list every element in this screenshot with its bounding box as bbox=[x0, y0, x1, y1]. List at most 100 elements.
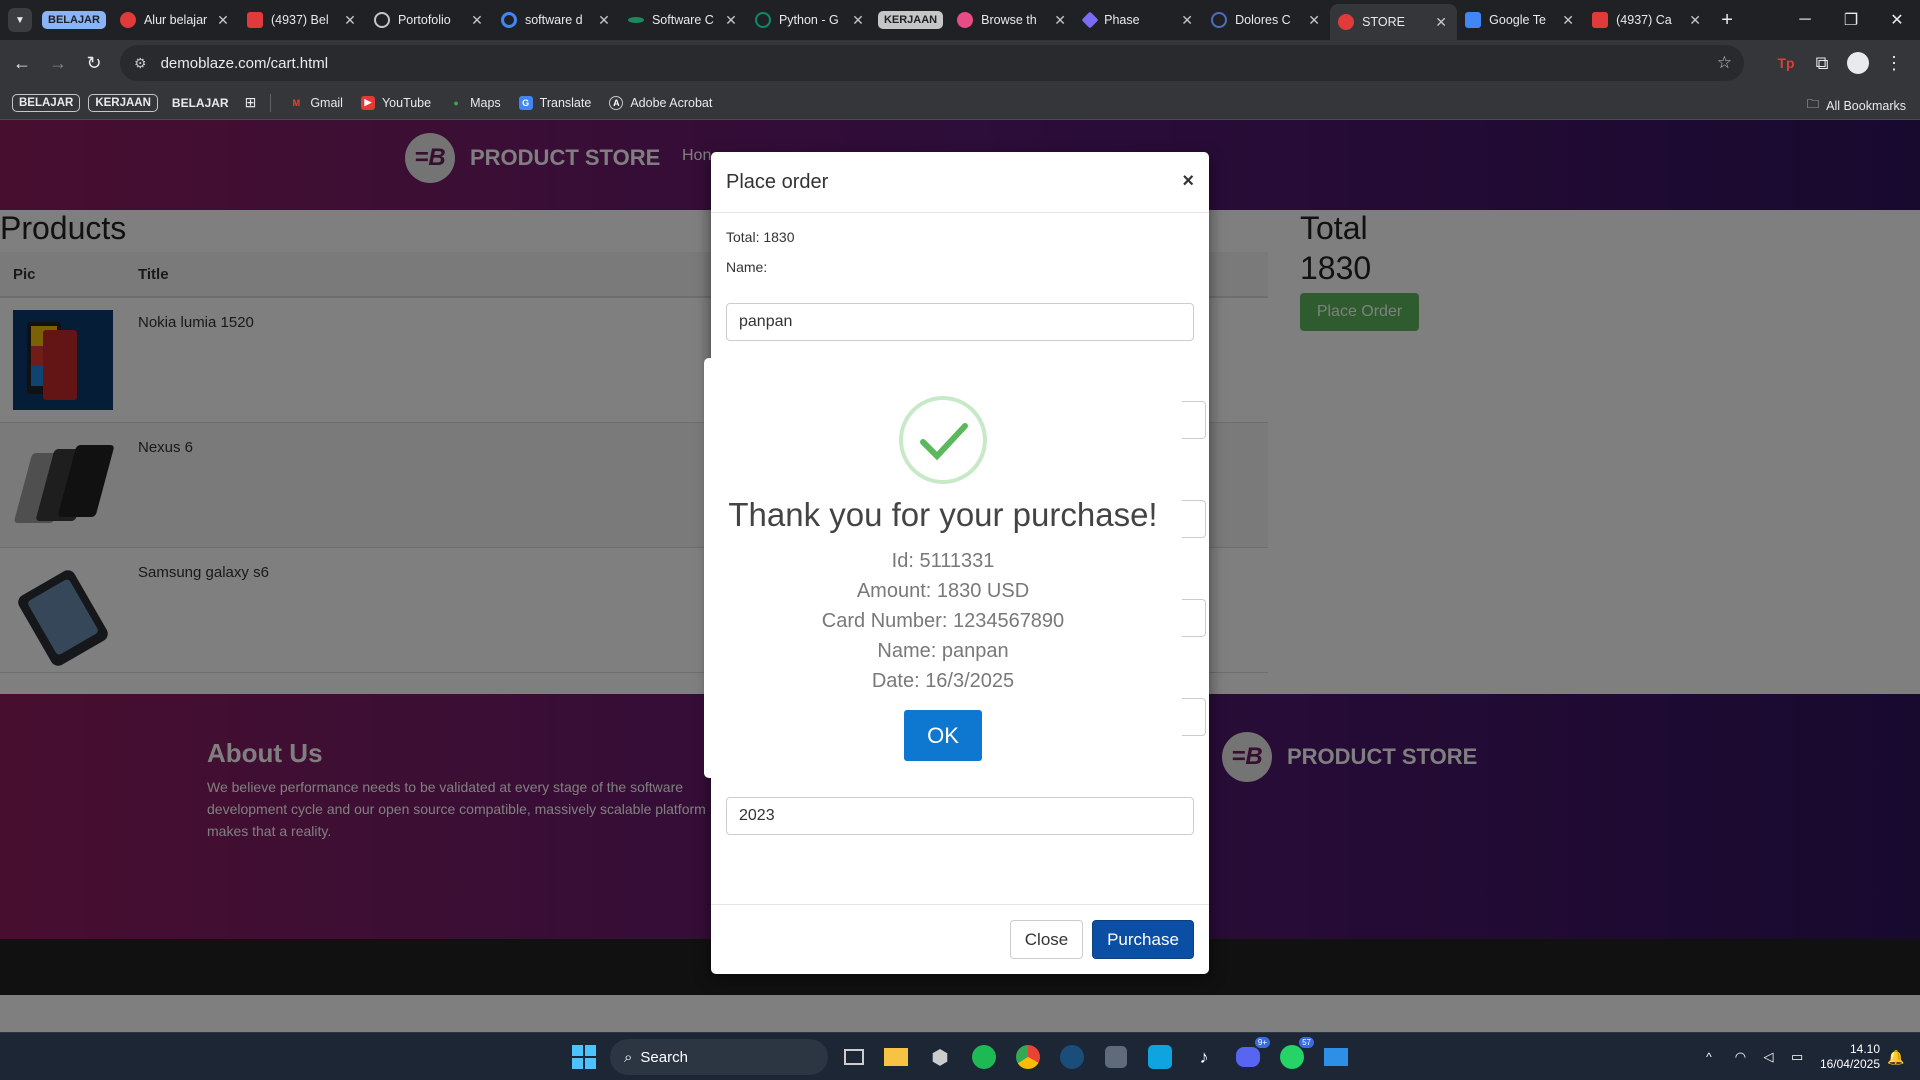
close-icon[interactable]: ✕ bbox=[850, 12, 866, 29]
tab[interactable]: Google Te ✕ bbox=[1457, 4, 1584, 36]
tab[interactable]: Browse th ✕ bbox=[949, 4, 1076, 36]
tab[interactable]: (4937) Ca ✕ bbox=[1584, 4, 1711, 36]
close-icon[interactable]: ✕ bbox=[723, 12, 739, 29]
customer-name: Name: panpan bbox=[877, 640, 1009, 662]
close-icon[interactable]: ✕ bbox=[1560, 12, 1576, 29]
tab-search-button[interactable]: ▼ bbox=[8, 8, 32, 32]
tab[interactable]: Python - G ✕ bbox=[747, 4, 874, 36]
forward-icon[interactable]: → bbox=[40, 45, 76, 81]
chevron-up-icon[interactable]: ^ bbox=[1693, 1041, 1725, 1073]
tab-active[interactable]: STORE ✕ bbox=[1330, 4, 1458, 40]
new-tab-button[interactable]: + bbox=[1711, 9, 1743, 32]
bookmark-acrobat[interactable]: A Adobe Acrobat bbox=[609, 95, 712, 110]
close-button[interactable]: Close bbox=[1010, 920, 1083, 959]
back-icon[interactable]: ← bbox=[4, 45, 40, 81]
site-info-icon[interactable]: ⚙ bbox=[134, 55, 147, 72]
tab[interactable]: Software C ✕ bbox=[620, 4, 747, 36]
ok-button[interactable]: OK bbox=[904, 710, 982, 761]
close-icon[interactable]: ✕ bbox=[596, 12, 612, 29]
close-icon[interactable]: ✕ bbox=[342, 12, 358, 29]
bookmark-gmail[interactable]: M Gmail bbox=[289, 96, 343, 110]
tab-title: Portofolio bbox=[397, 13, 451, 27]
tab[interactable]: (4937) Bel ✕ bbox=[239, 4, 366, 36]
chrome-icon[interactable] bbox=[1012, 1041, 1044, 1073]
notifications-bell-icon[interactable]: 🔔 bbox=[1880, 1041, 1912, 1073]
bookmark-label: Translate bbox=[539, 95, 592, 110]
tab-group-label: BELAJAR bbox=[42, 11, 106, 29]
wifi-icon: ◠ bbox=[1734, 1049, 1747, 1064]
discord-icon[interactable]: 9+ bbox=[1232, 1037, 1270, 1073]
success-check-icon bbox=[899, 396, 987, 484]
month-input[interactable] bbox=[1181, 698, 1206, 736]
close-icon[interactable]: × bbox=[1182, 170, 1194, 193]
tab[interactable]: Dolores C ✕ bbox=[1203, 4, 1330, 36]
youtube-icon bbox=[1592, 12, 1609, 28]
tab[interactable]: Alur belajar ✕ bbox=[112, 4, 239, 36]
address-bar[interactable]: ⚙ demoblaze.com/cart.html ☆ bbox=[120, 45, 1744, 81]
close-icon[interactable]: ✕ bbox=[1687, 12, 1703, 29]
close-icon[interactable]: ✕ bbox=[1306, 12, 1322, 29]
tiktok-icon[interactable]: ♪ bbox=[1188, 1041, 1220, 1073]
bookmark-translate[interactable]: G Translate bbox=[518, 95, 592, 110]
close-icon[interactable]: ✕ bbox=[1052, 12, 1068, 29]
bookmark-folder-belajar[interactable]: BELAJAR bbox=[12, 93, 81, 112]
photos-icon[interactable] bbox=[1320, 1041, 1352, 1073]
country-input[interactable] bbox=[1181, 401, 1206, 439]
tab-title: software d bbox=[524, 13, 583, 27]
site-icon bbox=[754, 12, 771, 28]
system-tray[interactable]: ◠ ◁ ▭ bbox=[1726, 1041, 1812, 1073]
tab-title: Alur belajar bbox=[143, 13, 208, 27]
order-id: Id: 5111331 bbox=[891, 550, 995, 572]
alert-details: Id: 5111331 Amount: 1830 USD Card Number… bbox=[704, 546, 1182, 696]
web-page: =B PRODUCT STORE Hon Products Pic Title … bbox=[0, 120, 1920, 1032]
site-icon bbox=[627, 17, 644, 23]
alert-title: Thank you for your purchase! bbox=[728, 496, 1158, 533]
extension-tp-icon[interactable]: Tp bbox=[1768, 45, 1804, 81]
tab[interactable]: Portofolio ✕ bbox=[366, 4, 493, 36]
taskbar-search[interactable]: ⌕ Search bbox=[610, 1039, 828, 1075]
name-input[interactable] bbox=[726, 303, 1194, 341]
minimize-icon[interactable]: ─ bbox=[1782, 11, 1828, 29]
app-icon[interactable] bbox=[1144, 1041, 1176, 1073]
bookmark-folder-kerjaan[interactable]: KERJAAN bbox=[88, 93, 158, 112]
close-icon[interactable]: ✕ bbox=[1179, 12, 1195, 29]
url-text: demoblaze.com/cart.html bbox=[160, 54, 329, 72]
bookmark-youtube[interactable]: ▶ YouTube bbox=[360, 95, 431, 110]
window-close-icon[interactable]: ✕ bbox=[1874, 10, 1920, 30]
spotify-icon[interactable] bbox=[968, 1041, 1000, 1073]
task-view-icon[interactable] bbox=[838, 1041, 870, 1073]
close-icon[interactable]: ✕ bbox=[469, 12, 485, 29]
apps-grid-icon[interactable]: ⊞ bbox=[245, 94, 257, 111]
tab-group-kerjaan[interactable]: KERJAAN bbox=[874, 4, 949, 36]
purchase-button[interactable]: Purchase bbox=[1092, 920, 1194, 959]
tab[interactable]: Phase ✕ bbox=[1076, 4, 1203, 36]
city-input[interactable] bbox=[1181, 500, 1206, 538]
windows-start-icon[interactable] bbox=[568, 1041, 600, 1073]
app-icon[interactable] bbox=[1100, 1041, 1132, 1073]
clock[interactable]: 14.10 16/04/2025 bbox=[1820, 1042, 1880, 1072]
notification-badge: 57 bbox=[1299, 1037, 1314, 1048]
bookmark-maps[interactable]: ● Maps bbox=[449, 96, 500, 110]
translate-icon: G bbox=[518, 95, 533, 110]
file-explorer-icon[interactable] bbox=[880, 1041, 912, 1073]
app-hexagon-icon[interactable]: ⬢ bbox=[924, 1041, 956, 1073]
tab[interactable]: software d ✕ bbox=[493, 4, 620, 36]
year-input[interactable] bbox=[726, 797, 1194, 835]
bookmarks-bar: BELAJAR KERJAAN BELAJAR ⊞ M Gmail ▶ YouTub… bbox=[0, 86, 1920, 120]
extensions-puzzle-icon[interactable]: ⧉ bbox=[1804, 45, 1840, 81]
card-input[interactable] bbox=[1181, 599, 1206, 637]
more-menu-icon[interactable]: ⋮ bbox=[1876, 45, 1912, 81]
tab-group-belajar[interactable]: BELAJAR bbox=[38, 4, 112, 36]
tab-title: Phase bbox=[1104, 13, 1140, 27]
restore-icon[interactable]: ❐ bbox=[1828, 10, 1874, 30]
bookmark-star-icon[interactable]: ☆ bbox=[1717, 53, 1732, 73]
whatsapp-icon[interactable]: 57 bbox=[1276, 1037, 1314, 1073]
bookmark-folder-belajar-2[interactable]: BELAJAR bbox=[172, 96, 229, 110]
close-icon[interactable]: ✕ bbox=[1433, 14, 1449, 31]
close-icon[interactable]: ✕ bbox=[215, 12, 231, 29]
tab-title: (4937) Bel bbox=[270, 13, 329, 27]
reload-icon[interactable]: ↻ bbox=[76, 45, 112, 81]
steam-icon[interactable] bbox=[1056, 1041, 1088, 1073]
profile-avatar[interactable] bbox=[1840, 45, 1876, 81]
all-bookmarks[interactable]: 🗀 All Bookmarks bbox=[1807, 95, 1906, 116]
